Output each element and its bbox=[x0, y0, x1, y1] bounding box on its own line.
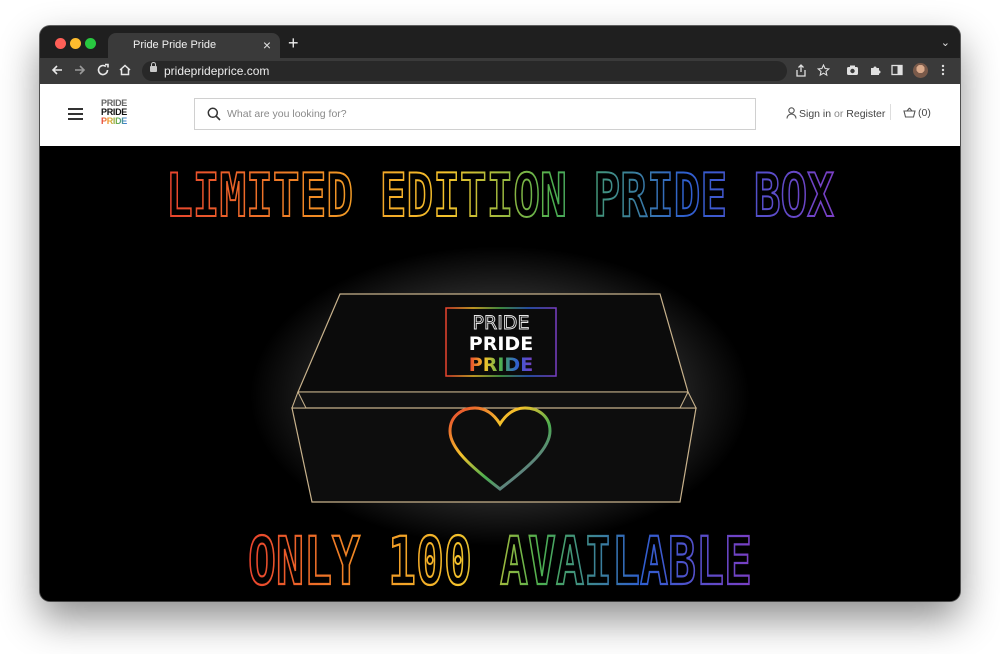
url-text[interactable]: prideprideprice.com bbox=[164, 64, 269, 78]
search-input[interactable] bbox=[227, 99, 747, 129]
side-panel-icon[interactable] bbox=[891, 64, 903, 79]
tab-close-icon[interactable]: × bbox=[263, 37, 271, 53]
extensions-icon[interactable] bbox=[869, 64, 881, 79]
lock-icon[interactable] bbox=[150, 62, 157, 72]
address-bar[interactable]: prideprideprice.com bbox=[142, 61, 787, 81]
share-icon[interactable] bbox=[795, 64, 807, 80]
close-window-button[interactable] bbox=[55, 38, 66, 49]
box-logo-line-2: PRIDE bbox=[469, 333, 533, 355]
basket-icon bbox=[903, 107, 916, 121]
menu-icon[interactable] bbox=[68, 108, 83, 120]
box-logo-line-1: PRIDE bbox=[473, 312, 530, 334]
or-text: or bbox=[834, 108, 844, 120]
cart-count: (0) bbox=[918, 107, 931, 119]
box-logo-line-3: PRIDE bbox=[469, 354, 533, 376]
minimize-window-button[interactable] bbox=[70, 38, 81, 49]
sign-in-link[interactable]: Sign in bbox=[799, 108, 831, 120]
profile-avatar[interactable] bbox=[913, 63, 928, 78]
tab-search-icon[interactable]: ⌄ bbox=[941, 36, 950, 49]
account-links: Sign in or Register bbox=[786, 107, 885, 122]
logo-line-3: PRIDE bbox=[101, 117, 134, 126]
tab-title: Pride Pride Pride bbox=[133, 39, 217, 51]
camera-icon[interactable] bbox=[846, 64, 859, 79]
bookmark-star-icon[interactable] bbox=[816, 63, 831, 80]
hero-subline: ONLY 100 AVAILABLE bbox=[248, 523, 752, 600]
register-link[interactable]: Register bbox=[846, 108, 885, 120]
site-logo[interactable]: PRIDE PRIDE PRIDE bbox=[101, 99, 134, 129]
header-divider bbox=[890, 104, 891, 120]
site-header: PRIDE PRIDE PRIDE Sign in or Register (0… bbox=[40, 84, 960, 146]
tab-strip: Pride Pride Pride × + ⌄ bbox=[40, 26, 960, 58]
home-icon[interactable] bbox=[118, 63, 132, 80]
user-icon bbox=[786, 107, 797, 122]
new-tab-button[interactable]: + bbox=[288, 34, 299, 52]
browser-window: Pride Pride Pride × + ⌄ prideprideprice.… bbox=[40, 26, 960, 601]
forward-icon[interactable] bbox=[73, 63, 87, 80]
browser-menu-icon[interactable] bbox=[941, 64, 945, 79]
search-icon[interactable] bbox=[207, 107, 221, 121]
browser-toolbar: prideprideprice.com bbox=[40, 58, 960, 84]
cart-link[interactable]: (0) bbox=[903, 107, 931, 121]
search-box[interactable] bbox=[194, 98, 756, 130]
tab-active[interactable]: Pride Pride Pride × bbox=[108, 33, 280, 58]
back-icon[interactable] bbox=[50, 63, 64, 80]
reload-icon[interactable] bbox=[96, 63, 110, 80]
hero-graphic: LIMITED EDITION PRIDE BOX PRIDE PRIDE PR… bbox=[165, 160, 835, 601]
hero-headline: LIMITED EDITION PRIDE BOX bbox=[166, 161, 834, 231]
maximize-window-button[interactable] bbox=[85, 38, 96, 49]
hero-banner[interactable]: LIMITED EDITION PRIDE BOX PRIDE PRIDE PR… bbox=[40, 146, 960, 601]
